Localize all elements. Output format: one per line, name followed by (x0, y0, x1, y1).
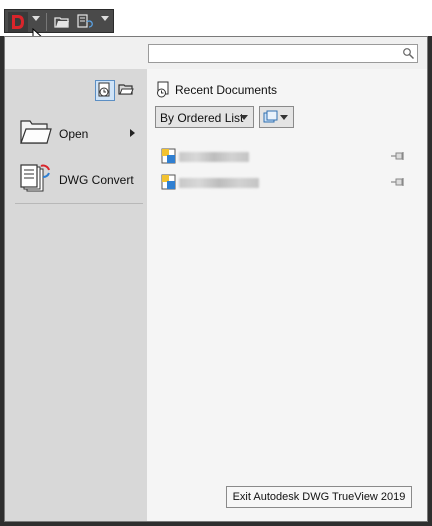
search-icon[interactable] (402, 47, 415, 60)
recent-clock-icon (98, 82, 110, 97)
dwg-convert-toolbar-icon[interactable] (75, 13, 93, 31)
search-box (148, 44, 418, 63)
view-toggle (95, 80, 138, 101)
dwg-file-icon (161, 174, 176, 190)
open-documents-toggle[interactable] (117, 80, 137, 101)
document-name-redacted (179, 178, 259, 188)
open-file-icon[interactable] (53, 13, 71, 31)
recent-documents-icon (157, 81, 169, 98)
exit-application-button[interactable]: Exit Autodesk DWG TrueView 2019 (226, 486, 412, 508)
dwg-convert-icon (20, 164, 50, 192)
open-menu-item[interactable]: Open (17, 117, 143, 153)
pin-icon[interactable] (391, 151, 405, 161)
open-menu-label: Open (59, 127, 89, 141)
display-mode-icon (263, 110, 278, 123)
dwg-convert-menu-item[interactable]: DWG Convert (17, 163, 143, 199)
sort-order-dropdown[interactable]: By Ordered List (155, 106, 254, 128)
recent-documents-title: Recent Documents (175, 83, 278, 97)
display-mode-dropdown[interactable] (259, 106, 294, 128)
application-menu-button[interactable] (8, 12, 28, 32)
recent-documents-toggle[interactable] (95, 80, 115, 101)
search-input[interactable] (151, 46, 399, 60)
sort-order-label: By Ordered List (160, 111, 244, 125)
open-submenu-arrow-icon (130, 129, 135, 137)
application-menu: Open DWG Convert Recent Documents By Ord… (4, 36, 428, 522)
display-mode-chevron-icon (280, 115, 288, 120)
open-folder-icon (20, 120, 52, 144)
left-pane-divider (15, 203, 143, 204)
dwg-convert-label: DWG Convert (59, 173, 134, 187)
recent-documents-pane (147, 69, 427, 521)
toolbar-separator (46, 13, 47, 31)
recent-document-row[interactable] (159, 148, 407, 166)
customize-toolbar-chevron-icon[interactable] (101, 16, 109, 21)
dwg-file-icon (161, 148, 176, 164)
recent-document-row[interactable] (159, 174, 407, 192)
quick-access-toolbar (4, 9, 114, 33)
open-documents-folder-icon (118, 84, 134, 95)
window-bottom-edge (0, 522, 432, 526)
recent-documents-header: Recent Documents (155, 81, 355, 101)
application-menu-chevron-icon[interactable] (32, 16, 40, 21)
window-left-edge (0, 36, 4, 526)
window-right-edge (428, 36, 432, 526)
pin-icon[interactable] (391, 177, 405, 187)
sort-order-chevron-icon (240, 115, 248, 120)
document-name-redacted (179, 152, 249, 162)
